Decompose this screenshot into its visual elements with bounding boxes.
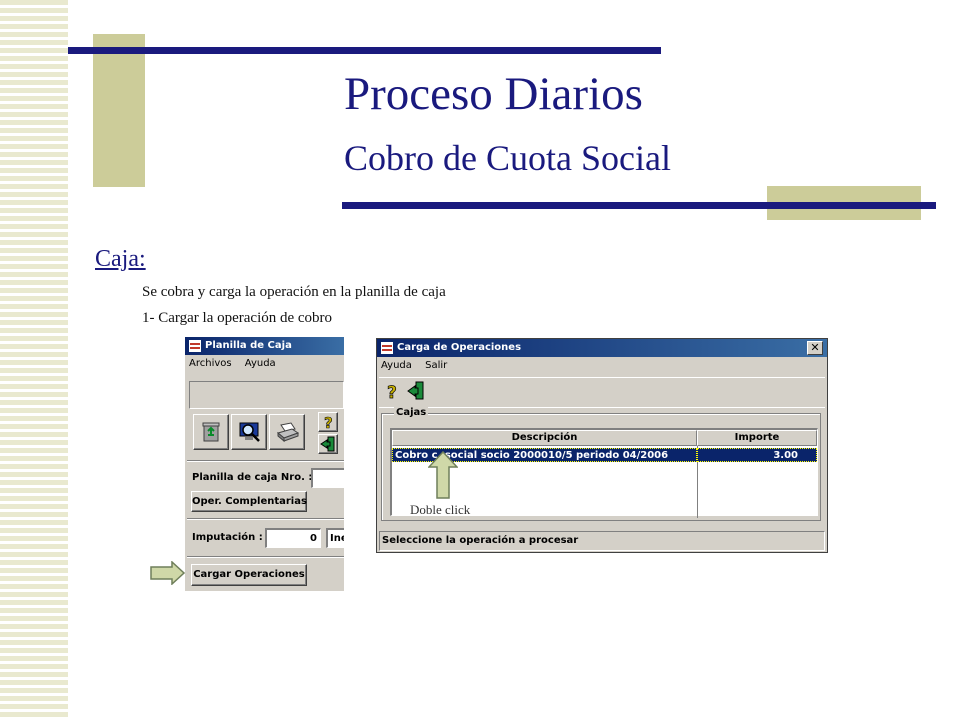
status-bar: Seleccione la operación a procesar (379, 531, 825, 551)
section-heading: Caja: (95, 246, 146, 272)
decorative-stripes (0, 0, 68, 720)
decorative-rule-bottom (342, 202, 936, 209)
oper-complementarias-label: Oper. Complentarias (192, 496, 307, 507)
body-text-line: 1- Cargar la operación de cobro (142, 310, 333, 326)
search-computer-icon (239, 422, 260, 442)
toolbar-separator (379, 377, 825, 378)
double-click-annotation: Doble click (410, 502, 471, 517)
svg-text:?: ? (387, 383, 397, 401)
app-icon (381, 342, 393, 354)
slide-subtitle: Cobro de Cuota Social (344, 138, 671, 178)
up-arrow-icon (428, 451, 458, 499)
help-icon: ? (387, 383, 398, 404)
exit-icon (320, 436, 335, 452)
table-row-importe[interactable]: 3.00 (697, 448, 817, 462)
decorative-block-left (93, 34, 145, 187)
pointer-arrow-icon (150, 561, 186, 585)
body-text-line: Se cobra y carga la operación en la plan… (142, 284, 446, 300)
carga-de-operaciones-window: Carga de Operaciones ✕ Ayuda Salir ? Caj… (376, 338, 828, 553)
cargar-operaciones-button[interactable]: Cargar Operaciones (191, 564, 307, 586)
planilla-menubar: Archivos Ayuda (185, 355, 344, 373)
menu-ayuda[interactable]: Ayuda (245, 358, 276, 369)
carga-window-title: Carga de Operaciones (397, 342, 522, 353)
menu-salir[interactable]: Salir (425, 360, 447, 371)
decorative-rule-top (68, 47, 661, 54)
help-button[interactable]: ? (383, 381, 403, 404)
toolbar-separator (379, 407, 825, 408)
recycle-button[interactable] (193, 414, 229, 450)
cargar-operaciones-label: Cargar Operaciones (193, 569, 305, 580)
planilla-info-panel (189, 381, 344, 409)
planilla-de-caja-window: Planilla de Caja Archivos Ayuda ? Planil… (185, 337, 344, 591)
planilla-window-title: Planilla de Caja (205, 340, 292, 351)
recycle-icon (202, 422, 220, 442)
menu-archivos[interactable]: Archivos (189, 358, 232, 369)
cajas-group-label: Cajas (394, 407, 429, 418)
planilla-number-field[interactable] (311, 468, 344, 488)
column-header-importe[interactable]: Importe (697, 430, 817, 446)
imputacion-field[interactable]: 0 (265, 528, 321, 548)
print-button[interactable] (269, 414, 305, 450)
close-button[interactable]: ✕ (807, 341, 823, 355)
planilla-number-label: Planilla de caja Nro. : (192, 472, 313, 483)
carga-menubar: Ayuda Salir (377, 357, 827, 375)
app-icon (189, 340, 201, 352)
divider (187, 460, 344, 462)
exit-button[interactable] (318, 434, 338, 454)
exit-button[interactable] (407, 381, 427, 403)
help-button[interactable]: ? (318, 412, 338, 432)
printer-icon (276, 422, 300, 443)
column-header-descripcion[interactable]: Descripción (392, 430, 697, 446)
search-computer-button[interactable] (231, 414, 267, 450)
imputacion-label: Imputación : (192, 532, 263, 543)
divider (187, 518, 344, 520)
imputacion-description-field[interactable]: Ine (326, 528, 344, 548)
divider (187, 556, 344, 558)
oper-complementarias-button[interactable]: Oper. Complentarias (191, 491, 307, 512)
menu-ayuda[interactable]: Ayuda (381, 360, 412, 371)
help-icon: ? (324, 414, 333, 430)
carga-titlebar: Carga de Operaciones ✕ (377, 339, 827, 357)
planilla-titlebar: Planilla de Caja (185, 337, 344, 355)
svg-text:?: ? (324, 414, 333, 430)
slide-title: Proceso Diarios (344, 68, 643, 120)
exit-icon (407, 381, 424, 400)
